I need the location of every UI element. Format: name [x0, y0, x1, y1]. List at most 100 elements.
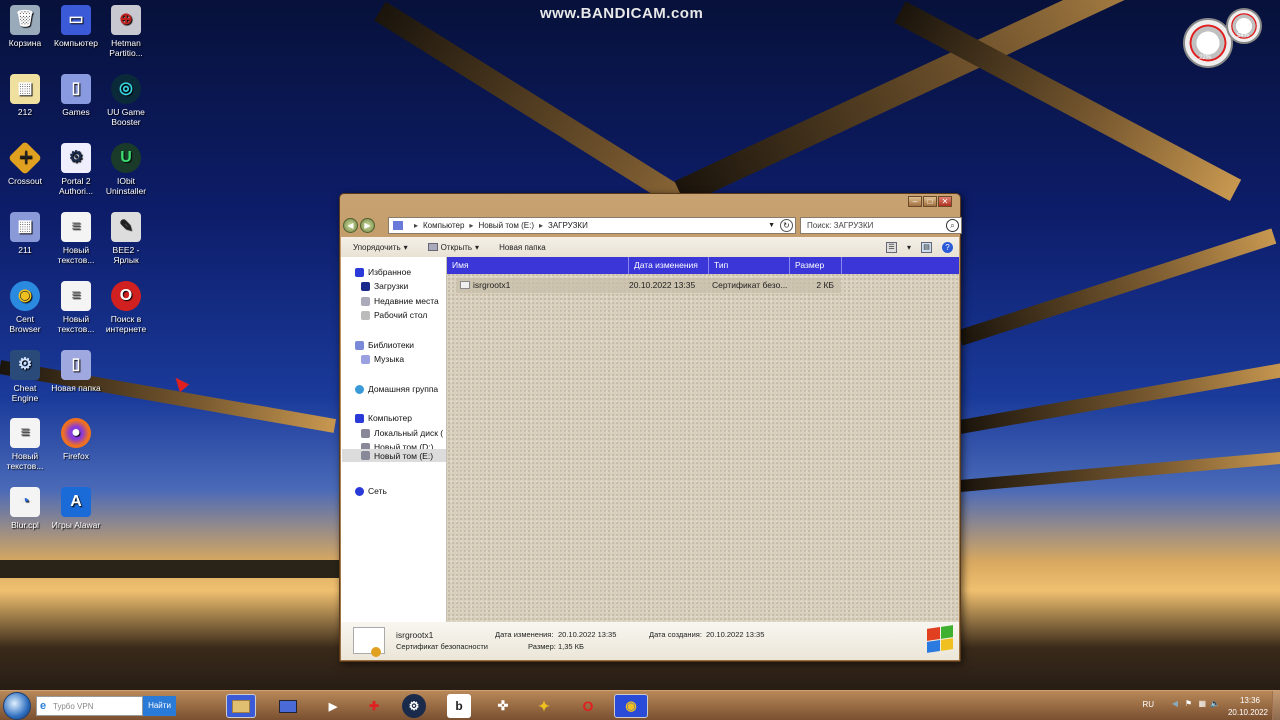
desktop-icon-iobit[interactable]: U IObit Uninstaller — [101, 143, 151, 196]
nav-volume-e[interactable]: Новый том (E:) — [342, 449, 446, 462]
taskbar-explorer-button[interactable] — [226, 694, 256, 718]
nav-downloads[interactable]: Загрузки — [361, 281, 408, 291]
details-type: Сертификат безопасности — [396, 642, 488, 651]
start-button[interactable] — [3, 692, 31, 720]
search-input[interactable]: Поиск: ЗАГРУЗКИ ⌕ — [800, 216, 962, 234]
folder-icon — [393, 220, 403, 230]
cpu-value: 22% — [1199, 55, 1212, 61]
maximize-button[interactable]: □ — [923, 196, 937, 207]
flag-icon[interactable]: ⚑ — [1185, 699, 1192, 708]
taskbar-opera-button[interactable]: O — [573, 694, 603, 718]
desktop-icon-crossout[interactable]: ✕ Crossout — [0, 141, 50, 186]
desktop-icon-text-file-2[interactable]: ≡ Новый текстов... — [51, 281, 101, 334]
taskbar-app-button[interactable]: ✚ — [359, 694, 389, 718]
clock-time[interactable]: 13:36 — [1240, 696, 1260, 705]
document-icon: ▦ — [10, 212, 40, 242]
iobit-icon: U — [111, 143, 141, 173]
file-list[interactable]: Имя Дата изменения Тип Размер isrgrootx1… — [447, 257, 959, 622]
desktop-icon-bee2[interactable]: ✎ BEE2 - Ярлык — [101, 212, 151, 265]
steam-icon: ⚙ — [61, 143, 91, 173]
breadcrumb-volume-e[interactable]: Новый том (E:) — [478, 221, 534, 230]
nav-homegroup[interactable]: Домашняя группа — [355, 384, 438, 394]
breadcrumb-downloads[interactable]: ЗАГРУЗКИ — [548, 221, 588, 230]
media-player-icon: ▶ — [328, 700, 338, 713]
document-icon: ▦ — [10, 74, 40, 104]
recent-icon — [361, 296, 370, 306]
taskbar-computer-button[interactable] — [273, 694, 303, 718]
show-desktop-button[interactable] — [1272, 691, 1280, 720]
desktop-icon-text-file-3[interactable]: ≡ Новый текстов... — [0, 418, 50, 471]
computer-icon — [355, 413, 364, 423]
chevron-right-icon: ▸ — [414, 220, 419, 230]
new-folder-button[interactable]: Новая папка — [499, 243, 546, 252]
forward-button[interactable]: ▶ — [360, 217, 375, 233]
desktop-icon-portal2[interactable]: ⚙ Portal 2 Authori... — [51, 143, 101, 196]
breadcrumb-computer[interactable]: Компьютер — [423, 221, 464, 230]
nav-recent-places[interactable]: Недавние места — [361, 296, 439, 306]
taskbar-search-input[interactable]: e Турбо VPN — [36, 696, 143, 716]
minimize-button[interactable]: – — [908, 196, 922, 207]
taskbar-b-app-button[interactable]: b — [447, 694, 471, 718]
close-button[interactable]: ✕ — [938, 196, 952, 207]
network-tray-icon[interactable]: ▦ — [1198, 699, 1206, 708]
desktop-icon-computer[interactable]: ▭ Компьютер — [51, 5, 101, 48]
nav-local-disk[interactable]: Локальный диск ( — [361, 428, 443, 438]
desktop-icon-opera-search[interactable]: O Поиск в интернете — [101, 281, 151, 334]
nav-favorites[interactable]: Избранное — [355, 267, 411, 277]
desktop-icon-recycle-bin[interactable]: 🗑 Корзина — [0, 5, 50, 48]
desktop-icon-new-folder[interactable]: ▯ Новая папка — [51, 350, 101, 393]
column-size[interactable]: Размер — [790, 257, 842, 274]
desktop-icon-211[interactable]: ▦ 211 — [0, 212, 50, 255]
column-type[interactable]: Тип — [709, 257, 790, 274]
desktop-icon-games[interactable]: ▯ Games — [51, 74, 101, 117]
drive-icon — [361, 451, 370, 460]
organize-button[interactable]: Упорядочить ▾ — [353, 243, 408, 252]
open-button[interactable]: Открыть ▾ — [427, 243, 479, 252]
taskbar-steam-button[interactable]: ⚙ — [402, 694, 426, 718]
nav-computer[interactable]: Компьютер — [355, 413, 412, 423]
desktop-icon-uu-booster[interactable]: ◎ UU Game Booster — [101, 74, 151, 127]
volume-icon[interactable]: 🔈 — [1210, 699, 1220, 708]
details-modified-label: Дата изменения: — [495, 630, 554, 639]
desktop-icon-alawar[interactable]: A Игры Alawar — [51, 487, 101, 530]
search-icon[interactable]: ⌕ — [946, 218, 959, 232]
desktop-icon-hetman[interactable]: ⊕ Hetman Partitio... — [101, 5, 151, 58]
desktop-icon-firefox[interactable]: ● Firefox — [51, 418, 101, 461]
taskbar-media-player-button[interactable]: ▶ — [318, 694, 348, 718]
column-name[interactable]: Имя — [447, 257, 629, 274]
refresh-icon[interactable]: ↻ — [780, 218, 793, 232]
taskbar-gamepad-button[interactable]: ✜ — [488, 694, 518, 718]
taskbar-puzzle-button[interactable]: ✦ — [529, 694, 559, 718]
certificate-file-icon — [460, 281, 470, 289]
chevron-down-icon[interactable]: ▼ — [768, 222, 775, 229]
uu-icon: ◎ — [111, 74, 141, 104]
taskbar-search-button[interactable]: Найти — [143, 696, 176, 716]
desktop-icon-text-file-1[interactable]: ≡ Новый текстов... — [51, 212, 101, 265]
column-modified[interactable]: Дата изменения — [629, 257, 709, 274]
cheat-engine-icon: ⚙ — [10, 350, 40, 380]
help-icon[interactable]: ? — [942, 241, 953, 253]
desktop-icon-blur-cpl[interactable]: ◔ Blur.cpl — [0, 487, 50, 530]
nav-libraries[interactable]: Библиотеки — [355, 340, 414, 350]
clock-date[interactable]: 20.10.2022 — [1228, 708, 1268, 717]
desktop-icon-cheat-engine[interactable]: ⚙ Cheat Engine — [0, 350, 50, 403]
desktop-icon-cent-browser[interactable]: ◉ Cent Browser — [0, 281, 50, 334]
windows-logo-icon — [927, 625, 953, 653]
address-bar[interactable]: ▸ Компьютер ▸ Новый том (E:) ▸ ЗАГРУЗКИ … — [388, 216, 796, 234]
opera-icon: O — [582, 698, 594, 714]
details-name: isrgrootx1 — [396, 630, 434, 640]
nav-network[interactable]: Сеть — [355, 486, 387, 496]
nav-music[interactable]: Музыка — [361, 354, 404, 364]
back-arrow-icon[interactable]: ◀ — [1172, 699, 1178, 708]
view-options-icon[interactable]: ☰ — [885, 241, 897, 253]
language-indicator[interactable]: RU — [1142, 700, 1154, 709]
nav-desktop[interactable]: Рабочий стол — [361, 310, 427, 320]
recycle-bin-icon: 🗑 — [10, 5, 40, 35]
preview-pane-icon[interactable]: ▤ — [921, 241, 932, 253]
details-created: 20.10.2022 13:35 — [706, 630, 765, 639]
desktop-icon-212[interactable]: ▦ 212 — [0, 74, 50, 117]
file-row[interactable]: isrgrootx1 20.10.2022 13:35 Сертификат б… — [456, 278, 841, 293]
back-button[interactable]: ◀ — [343, 217, 358, 233]
chevron-down-icon[interactable]: ▾ — [907, 243, 911, 252]
taskbar-cent-browser-button[interactable]: ◉ — [614, 694, 648, 718]
